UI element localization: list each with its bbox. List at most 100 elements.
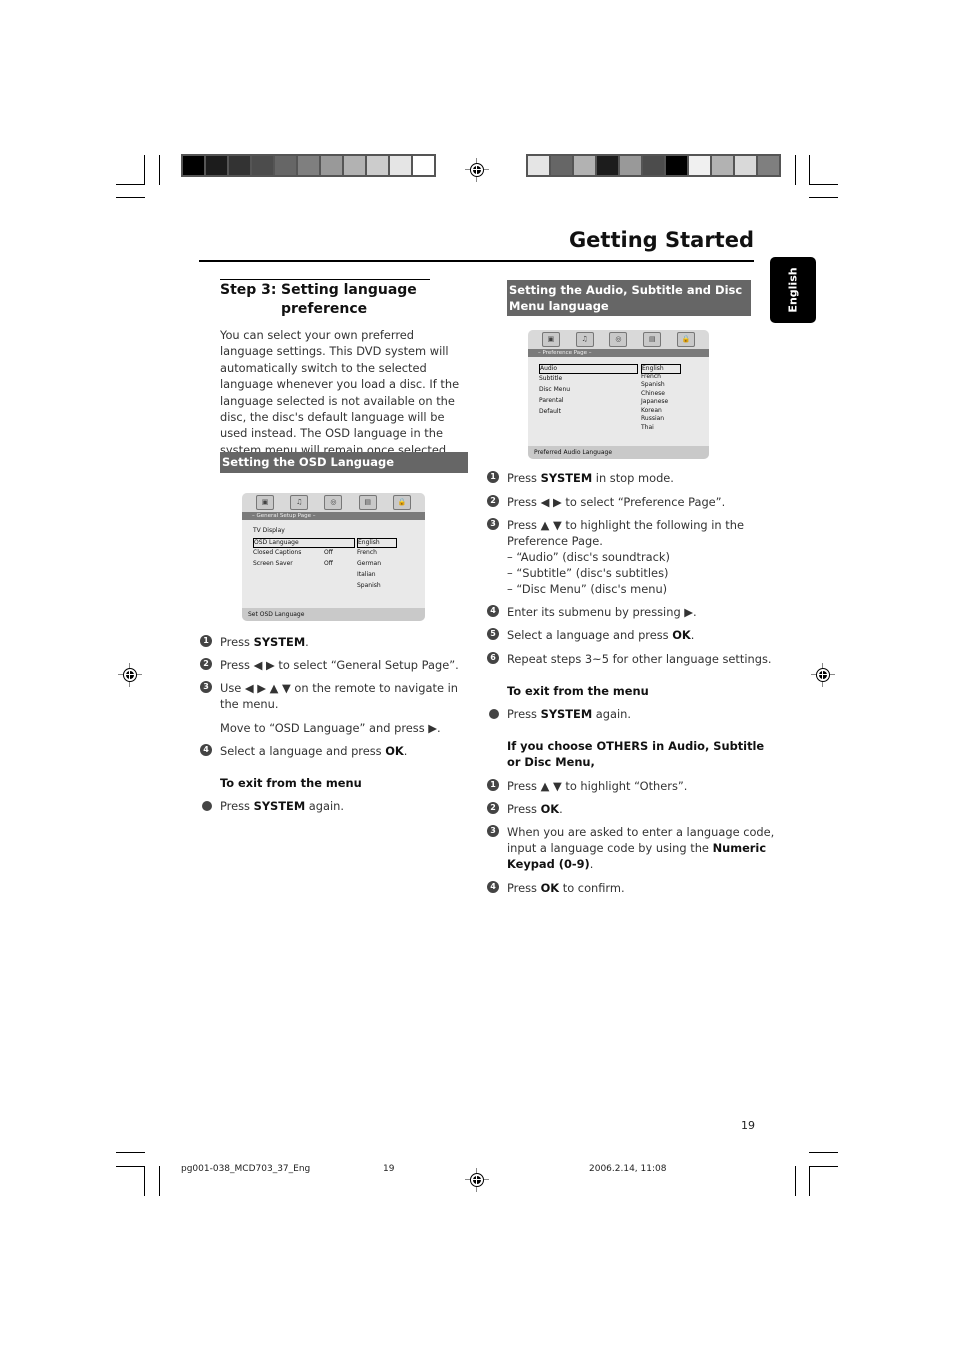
osd-option: French [357,549,377,556]
crop-mark [809,1152,838,1153]
osd-preference-screen: ▣ ♫ ◎ ▤ 🔒 – Preference Page – Audio Subtitle D… [528,330,709,459]
tv-icon: ▣ [256,495,275,510]
slug-timestamp: 2006.2.14, 11:08 [589,1164,667,1174]
osd-menu-item: Closed Captions [253,549,302,556]
crop-mark [144,155,145,185]
bullet-icon [202,801,212,811]
instruction-step: 2 Press OK. [487,801,767,817]
color-swatch [620,156,641,175]
step-number-icon: 2 [200,658,212,670]
instruction-step: 3 Use ◀ ▶ ▲ ▼ on the remote to navigate i… [200,680,480,696]
osd-page-title: – Preference Page – [528,349,709,357]
osd-page-title: – General Setup Page – [242,512,425,520]
exit-heading-left: To exit from the menu [220,776,362,790]
crop-mark [116,197,145,198]
osd-option: Korean [641,406,662,414]
intro-paragraph: You can select your own preferred langua… [220,328,460,457]
instruction-step: 3 When you are asked to enter a language … [487,824,774,840]
step-number-icon: 5 [487,628,499,640]
instruction-step: 1 Press ▲ ▼ to highlight “Others”. [487,778,767,794]
step-number-icon: 3 [487,825,499,837]
osd-option: French [641,372,661,380]
crop-mark [809,155,810,185]
instruction-step: 3 Press ▲ ▼ to highlight the following in… [487,517,767,533]
color-swatch [712,156,733,175]
language-tab: English [770,257,816,323]
color-swatch [597,156,618,175]
instruction-step: – “Audio” (disc's soundtrack) [507,550,670,564]
exit-heading-right: To exit from the menu [507,684,649,698]
crop-mark [795,155,796,185]
title-divider [199,260,754,262]
step-number-icon: 1 [487,471,499,483]
osd-option: English [357,538,397,548]
step-number-icon: 3 [487,518,499,530]
color-swatch [367,156,388,175]
instruction-step: Move to “OSD Language” and press ▶. [220,721,441,735]
step-number-icon: 1 [200,635,212,647]
color-swatch [551,156,572,175]
color-swatch [758,156,779,175]
step-number-icon: 4 [487,881,499,893]
crop-mark [809,184,838,185]
audio-icon: ♫ [575,332,594,347]
instruction-step: 2 Press ◀ ▶ to select “General Setup Page… [200,657,480,673]
instruction-step: 4 Select a language and press OK. [200,743,480,759]
step-number-icon: 6 [487,652,499,664]
osd-menu-item: Parental [539,397,564,404]
language-tab-label: English [786,267,800,313]
slug-filename: pg001-038_MCD703_37_Eng [181,1164,311,1174]
osd-menu-item: Audio [539,364,638,374]
osd-menu-item: TV Display [253,527,285,534]
color-swatch [735,156,756,175]
crop-mark [809,197,838,198]
color-swatch [298,156,319,175]
osd-menu-item: Default [539,408,561,415]
step-title-line1: Setting language [281,282,417,298]
crop-mark [159,1166,160,1196]
step-number-icon: 2 [487,495,499,507]
color-swatch [183,156,204,175]
instruction-step: 4 Press OK to confirm. [487,880,767,896]
registration-target-icon [118,663,142,687]
instruction-step: 1 Press SYSTEM in stop mode. [487,470,767,486]
slug-page: 19 [383,1164,395,1174]
osd-menu-value: Off [324,549,333,556]
color-swatch [689,156,710,175]
instruction-step: – “Subtitle” (disc's subtitles) [507,566,669,580]
instruction-step: 5 Select a language and press OK. [487,627,767,643]
crop-mark [159,155,160,185]
instruction-step: 1 Press SYSTEM. [200,634,480,650]
osd-menu-item: Subtitle [539,375,563,382]
exit-step-left: Press SYSTEM again. [200,798,470,814]
video-icon: ▤ [358,495,377,510]
tv-icon: ▣ [541,332,560,347]
color-swatch [344,156,365,175]
osd-option: Spanish [641,381,665,388]
instruction-step: – “Disc Menu” (disc's menu) [507,582,668,596]
osd-option: Chinese [641,389,665,397]
osd-menu-value: Off [324,560,333,567]
color-swatch [413,156,434,175]
step-number-icon: 4 [487,605,499,617]
color-swatch [321,156,342,175]
step-label: Step 3: [220,282,277,298]
color-bar-left [181,154,436,177]
step-divider [220,279,430,280]
step-title-line2: preference [281,301,368,317]
step-heading: Step 3: Setting language preference [220,281,417,319]
instruction-step: 4 Enter its submenu by pressing ▶. [487,604,767,620]
osd-menu-item: OSD Language [253,538,355,548]
exit-step-right: Press SYSTEM again. [487,706,757,722]
color-swatch [666,156,687,175]
section-header-osd: Setting the OSD Language [220,452,468,473]
instruction-step: Preference Page. [507,534,603,548]
page-number: 19 [741,1119,755,1132]
lock-icon: 🔒 [677,332,696,347]
step-number-icon: 2 [487,802,499,814]
instruction-step: input a language code by using the Numer… [507,841,767,855]
page-title: Getting Started [568,228,754,252]
osd-option: German [357,560,382,567]
osd-footer: Preferred Audio Language [528,446,709,459]
osd-option: Spanish [357,582,381,589]
